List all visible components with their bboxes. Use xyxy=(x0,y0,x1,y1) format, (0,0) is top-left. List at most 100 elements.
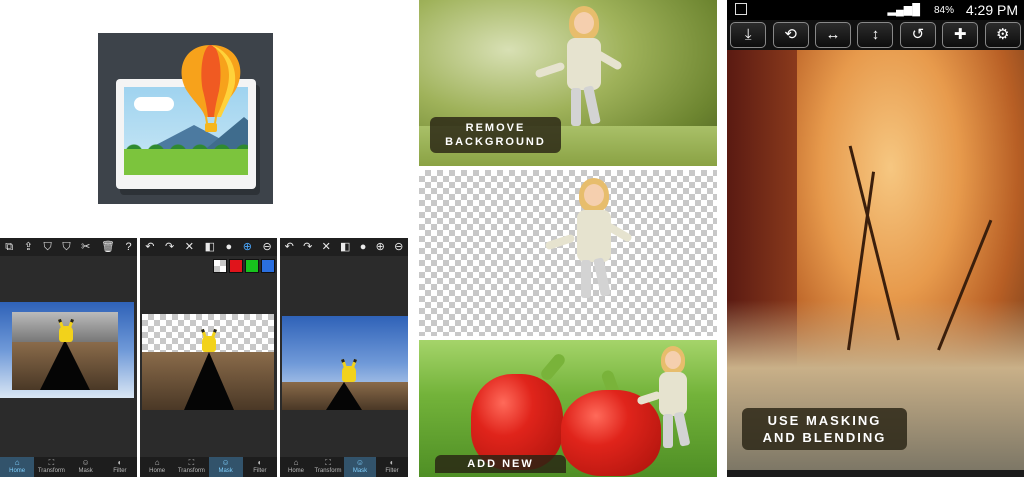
close-icon[interactable]: ✕ xyxy=(322,238,331,256)
nav-home[interactable]: ⌂ Home xyxy=(140,457,174,477)
app-icon xyxy=(98,33,273,204)
character-figure xyxy=(202,336,216,352)
leg-shape xyxy=(673,411,691,447)
body-shape xyxy=(567,38,601,90)
nav-label: Home xyxy=(149,468,166,474)
home-icon: ⌂ xyxy=(154,458,160,467)
zoom-in-icon[interactable]: ⊕ xyxy=(243,238,252,256)
redo-icon[interactable]: ↷ xyxy=(303,238,312,256)
mask-icon: ☺ xyxy=(355,458,365,467)
nav-label: Mask xyxy=(78,468,93,474)
editor-toolbar: ↶ ↷ ✕ ◧ ● ⊕ ⊖ xyxy=(280,238,408,256)
undo-icon[interactable]: ↶ xyxy=(285,238,294,256)
signal-icon: ▂▄▆█ xyxy=(887,4,920,16)
nav-filter[interactable]: ◐ Filter xyxy=(243,457,277,477)
masking-blending-label: USE MASKING AND BLENDING xyxy=(742,408,907,450)
bottom-nav-strip xyxy=(727,470,1024,477)
remove-background-label: REMOVE BACKGROUND xyxy=(430,117,561,153)
nav-label: Filter xyxy=(113,468,127,474)
character-figure xyxy=(59,326,73,342)
nav-home[interactable]: ⌂ Home xyxy=(0,457,35,477)
face-shape xyxy=(584,184,604,206)
body-shape xyxy=(577,210,611,262)
leg-shape xyxy=(583,85,601,125)
home-icon: ⌂ xyxy=(293,458,299,467)
add-icon[interactable]: ✚ xyxy=(942,22,979,48)
red-swatch[interactable] xyxy=(229,259,243,273)
canvas-sky xyxy=(0,302,134,398)
nav-filter[interactable]: ◐ Filter xyxy=(103,457,137,477)
flip-horizontal-icon[interactable]: ↔ xyxy=(815,22,852,48)
editor-screen-mask: ↶ ↷ ✕ ◧ ● ⊕ ⊖ ⌂ Home ⛶ Transform ☺ Mask ◐ Fi… xyxy=(140,238,277,477)
rotate-swap-icon[interactable]: ⟲ xyxy=(772,22,809,48)
mask-icon[interactable]: ⛉ xyxy=(44,238,52,256)
tool-row: ⤓ ⟲ ↔ ↕ ↺ ✚ ⚙ xyxy=(727,20,1024,50)
nav-transform[interactable]: ⛶ Transform xyxy=(174,457,208,477)
zoom-out-icon[interactable]: ⊖ xyxy=(394,238,403,256)
nav-mask[interactable]: ☺ Mask xyxy=(344,457,376,477)
zoom-out-icon[interactable]: ⊖ xyxy=(262,238,271,256)
face-shape xyxy=(574,12,594,34)
face-shape xyxy=(665,351,681,369)
undo-icon[interactable]: ↶ xyxy=(145,238,154,256)
share-icon[interactable]: ⇪ xyxy=(24,238,33,256)
nav-label: Home xyxy=(9,468,26,474)
blue-swatch[interactable] xyxy=(261,259,275,273)
brush-icon[interactable]: ● xyxy=(226,238,233,256)
nav-transform[interactable]: ⛶ Transform xyxy=(34,457,68,477)
nav-label: Mask xyxy=(218,468,233,474)
arm-shape xyxy=(544,233,576,251)
green-swatch[interactable] xyxy=(245,259,259,273)
brush-icon[interactable]: ● xyxy=(360,238,367,256)
save-icon[interactable]: ⤓ xyxy=(730,22,767,48)
pepper-stem xyxy=(538,351,568,383)
trash-icon[interactable]: 🗑 xyxy=(101,238,115,256)
hot-air-balloon-icon xyxy=(181,45,241,132)
transform-icon: ⛶ xyxy=(325,458,331,467)
canvas-layer xyxy=(282,316,408,410)
shadow-shape xyxy=(184,352,234,410)
invert-icon[interactable]: ◧ xyxy=(340,238,350,256)
clock-time: 4:29 PM xyxy=(965,2,1018,18)
editor-screen-mask-result: ↶ ↷ ✕ ◧ ● ⊕ ⊖ ⌂ Home ⛶ Transform ☺ Mask ◐ Fi… xyxy=(280,238,408,477)
leg-shape xyxy=(593,257,611,297)
nav-mask[interactable]: ☺ Mask xyxy=(69,457,103,477)
nav-label: Filter xyxy=(253,468,267,474)
zoom-in-icon[interactable]: ⊕ xyxy=(376,238,385,256)
rotate-icon[interactable]: ↺ xyxy=(899,22,936,48)
settings-icon[interactable]: ⚙ xyxy=(984,22,1021,48)
blended-image-canvas[interactable]: USE MASKING AND BLENDING xyxy=(727,50,1024,470)
nav-transform[interactable]: ⛶ Transform xyxy=(312,457,344,477)
flip-vertical-icon[interactable]: ↕ xyxy=(857,22,894,48)
invert-icon[interactable]: ◧ xyxy=(205,238,215,256)
cut-icon[interactable]: ✂ xyxy=(81,238,90,256)
battery-level: 84% xyxy=(933,5,954,16)
leg-shape xyxy=(663,414,673,448)
bottom-nav: ⌂ Home ⛶ Transform ☺ Mask ◐ Filter xyxy=(280,457,408,477)
cloud-shape xyxy=(134,97,174,111)
transparent-result-panel xyxy=(419,170,717,336)
nav-label: Transform xyxy=(177,468,205,474)
nav-home[interactable]: ⌂ Home xyxy=(280,457,312,477)
mask-alt-icon[interactable]: ⛉ xyxy=(62,238,70,256)
nav-label: Mask xyxy=(352,468,368,474)
nav-filter[interactable]: ◐ Filter xyxy=(376,457,408,477)
help-icon[interactable]: ? xyxy=(126,238,132,256)
bottom-nav: ⌂ Home ⛶ Transform ☺ Mask ◐ Filter xyxy=(140,457,277,477)
transparent-swatch[interactable] xyxy=(213,259,227,273)
right-phone-screen: ▂▄▆█ 84% 4:29 PM ⤓ ⟲ ↔ ↕ ↺ ✚ ⚙ USE MASKI… xyxy=(727,0,1024,477)
filter-icon: ◐ xyxy=(117,458,123,467)
close-icon[interactable]: ✕ xyxy=(185,238,194,256)
transform-icon: ⛶ xyxy=(188,458,195,467)
copy-icon[interactable]: ⧉ xyxy=(5,238,13,256)
character-figure xyxy=(342,366,356,382)
mask-icon: ☺ xyxy=(221,458,230,467)
body-shape xyxy=(659,372,687,416)
transform-icon: ⛶ xyxy=(48,458,55,467)
redo-icon[interactable]: ↷ xyxy=(165,238,174,256)
nav-mask[interactable]: ☺ Mask xyxy=(208,457,243,477)
remove-background-panel: REMOVE BACKGROUND xyxy=(419,0,717,166)
nav-label: Transform xyxy=(314,468,342,474)
leg-shape xyxy=(581,260,591,298)
image-notification-icon xyxy=(735,3,747,15)
